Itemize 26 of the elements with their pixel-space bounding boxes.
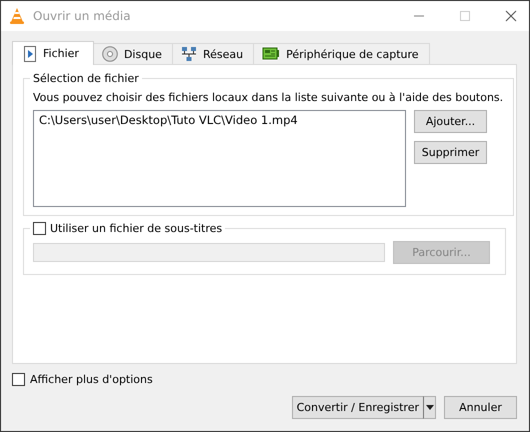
subtitle-path-field[interactable]	[33, 243, 385, 262]
cone-icon	[9, 7, 25, 25]
file-icon	[23, 46, 37, 62]
close-icon[interactable]	[505, 10, 517, 22]
window-title: Ouvrir un média	[33, 9, 131, 23]
group-title: Sélection de fichier	[32, 72, 140, 85]
tab[interactable]: Réseau	[172, 43, 254, 64]
cancel-button[interactable]: Annuler	[444, 396, 517, 419]
tab[interactable]: Périphérique de capture	[253, 43, 430, 64]
action-button[interactable]: Ajouter...	[414, 110, 487, 133]
network-icon	[180, 46, 197, 62]
more-options-checkbox[interactable]	[12, 373, 25, 386]
action-button[interactable]: Supprimer	[414, 141, 487, 164]
file-list[interactable]: C:\Users\user\Desktop\Tuto VLC\Video 1.mp4	[33, 110, 406, 207]
subtitles-checkbox[interactable]	[33, 222, 46, 235]
convert-button[interactable]: Convertir / Enregistrer	[292, 396, 423, 419]
dropdown-button[interactable]	[423, 396, 436, 419]
capture-card-icon	[262, 47, 280, 61]
file-item[interactable]: C:\Users\user\Desktop\Tuto VLC\Video 1.mp4	[39, 113, 400, 127]
checkbox-label: Utiliser un fichier de sous-titres	[50, 222, 222, 235]
caret-icon	[426, 405, 434, 410]
hint-text: Vous pouvez choisir des fichiers locaux dans la liste suivante ou à l'aide des boutons.	[33, 91, 504, 104]
tab[interactable]: Fichier	[12, 41, 94, 65]
checkbox-label: Afficher plus d'options	[30, 373, 153, 386]
disc-icon	[102, 46, 118, 62]
tab[interactable]: Disque	[92, 43, 173, 64]
